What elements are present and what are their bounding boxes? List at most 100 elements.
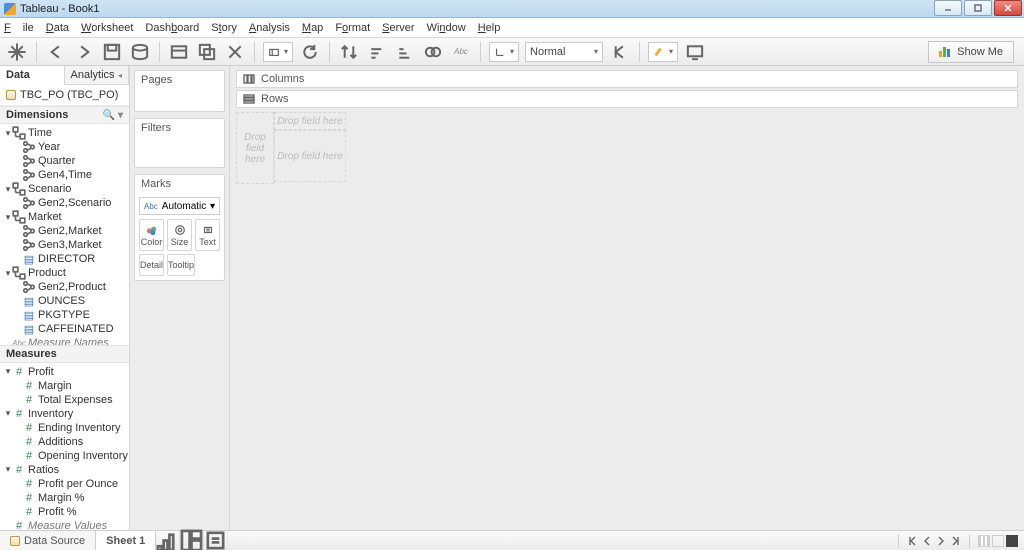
refresh-button[interactable]	[299, 41, 321, 63]
measure-margin-[interactable]: #Margin %	[2, 491, 129, 505]
new-worksheet-button[interactable]	[168, 41, 190, 63]
dimension-product[interactable]: ▾Product	[2, 266, 129, 280]
marks-tooltip-button[interactable]: Tooltip	[167, 254, 195, 276]
datasource-icon	[6, 90, 16, 100]
window-maximize-button[interactable]	[964, 0, 992, 16]
nav-last-icon[interactable]	[949, 535, 961, 547]
back-button[interactable]	[45, 41, 67, 63]
sort-asc-button[interactable]	[366, 41, 388, 63]
columns-icon	[243, 74, 255, 84]
dimension-gen2-product[interactable]: Gen2,Product	[2, 280, 129, 294]
menu-analysis[interactable]: Analysis	[249, 22, 290, 34]
dimension-gen4-time[interactable]: Gen4,Time	[2, 168, 129, 182]
window-minimize-button[interactable]	[934, 0, 962, 16]
swap-button[interactable]	[338, 41, 360, 63]
new-dashboard-button[interactable]	[180, 531, 204, 550]
search-icon[interactable]: 🔍 ▾	[103, 110, 123, 121]
group-button[interactable]	[422, 41, 444, 63]
status-right	[892, 534, 1024, 548]
menu-file[interactable]: File	[4, 22, 34, 34]
measure-additions[interactable]: #Additions	[2, 435, 129, 449]
view-tile-icon[interactable]	[992, 535, 1004, 547]
marks-text-button[interactable]: Text	[195, 219, 220, 251]
duplicate-button[interactable]	[196, 41, 218, 63]
dimension-gen2-market[interactable]: Gen2,Market	[2, 224, 129, 238]
dimension-year[interactable]: Year	[2, 140, 129, 154]
dimension-time[interactable]: ▾Time	[2, 126, 129, 140]
menu-help[interactable]: Help	[478, 22, 501, 34]
drop-zone-main[interactable]: Drop field here	[274, 130, 346, 182]
mark-type-dropdown[interactable]: AbcAutomatic▾	[139, 197, 220, 215]
dimensions-tree: ▾TimeYearQuarterGen4,Time▾ScenarioGen2,S…	[0, 124, 129, 345]
dimension-gen2-scenario[interactable]: Gen2,Scenario	[2, 196, 129, 210]
new-datasource-button[interactable]	[129, 41, 151, 63]
auto-updates-dropdown[interactable]: ▾	[263, 42, 293, 62]
menu-data[interactable]: Data	[46, 22, 69, 34]
show-me-button[interactable]: Show Me	[928, 41, 1014, 63]
dimension-gen3-market[interactable]: Gen3,Market	[2, 238, 129, 252]
dimension-pkgtype[interactable]: ▤PKGTYPE	[2, 308, 129, 322]
measure-margin[interactable]: #Margin	[2, 379, 129, 393]
datasource-tab[interactable]: Data Source	[0, 531, 96, 550]
analytics-tab[interactable]: Analytics◂	[65, 66, 130, 85]
show-me-icon	[939, 47, 951, 57]
measure-ending-inventory[interactable]: #Ending Inventory	[2, 421, 129, 435]
marks-detail-button[interactable]: Detail	[139, 254, 164, 276]
new-story-button[interactable]	[204, 531, 228, 550]
view-canvas: Columns Rows Drop field here Drop field …	[230, 66, 1024, 530]
nav-first-icon[interactable]	[907, 535, 919, 547]
measure-opening-inventory[interactable]: #Opening Inventory	[2, 449, 129, 463]
axis-dropdown[interactable]: ▾	[489, 42, 519, 62]
columns-shelf[interactable]: Columns	[236, 70, 1018, 88]
menu-window[interactable]: Window	[427, 22, 466, 34]
dimension-scenario[interactable]: ▾Scenario	[2, 182, 129, 196]
menu-format[interactable]: Format	[335, 22, 370, 34]
highlight-dropdown[interactable]: ▾	[648, 42, 678, 62]
menu-dashboard[interactable]: Dashboard	[145, 22, 199, 34]
menu-server[interactable]: Server	[382, 22, 414, 34]
rows-icon	[243, 94, 255, 104]
view-grid-icon[interactable]	[978, 535, 990, 547]
clear-button[interactable]	[224, 41, 246, 63]
pages-shelf[interactable]: Pages	[134, 70, 225, 112]
save-button[interactable]	[101, 41, 123, 63]
measure-profit-per-ounce[interactable]: #Profit per Ounce	[2, 477, 129, 491]
presentation-left-button[interactable]	[609, 41, 631, 63]
menu-story[interactable]: Story	[211, 22, 237, 34]
dimension-caffeinated[interactable]: ▤CAFFEINATED	[2, 322, 129, 336]
dimension-measure-names[interactable]: AbcMeasure Names	[2, 336, 129, 345]
filters-shelf[interactable]: Filters	[134, 118, 225, 168]
drop-zone-rows[interactable]: Drop field here	[236, 112, 274, 184]
measure-profit-[interactable]: #Profit %	[2, 505, 129, 519]
menu-worksheet[interactable]: Worksheet	[81, 22, 133, 34]
forward-button[interactable]	[73, 41, 95, 63]
marks-size-button[interactable]: Size	[167, 219, 192, 251]
view-full-icon[interactable]	[1006, 535, 1018, 547]
measure-ratios[interactable]: ▾#Ratios	[2, 463, 129, 477]
dimension-ounces[interactable]: ▤OUNCES	[2, 294, 129, 308]
dimension-market[interactable]: ▾Market	[2, 210, 129, 224]
datasource-item[interactable]: TBC_PO (TBC_PO)	[0, 85, 129, 106]
dimension-quarter[interactable]: Quarter	[2, 154, 129, 168]
data-pane: Data Analytics◂ TBC_PO (TBC_PO) Dimensio…	[0, 66, 130, 530]
measure-measure-values[interactable]: #Measure Values	[2, 519, 129, 530]
nav-prev-icon[interactable]	[921, 535, 933, 547]
measure-profit[interactable]: ▾#Profit	[2, 365, 129, 379]
data-tab[interactable]: Data	[0, 66, 65, 85]
sheet1-tab[interactable]: Sheet 1	[96, 531, 156, 550]
fit-dropdown[interactable]: Normal▾	[525, 42, 603, 62]
sort-desc-button[interactable]	[394, 41, 416, 63]
measure-total-expenses[interactable]: #Total Expenses	[2, 393, 129, 407]
menu-map[interactable]: Map	[302, 22, 323, 34]
presentation-mode-button[interactable]	[684, 41, 706, 63]
marks-color-button[interactable]: Color	[139, 219, 164, 251]
rows-shelf[interactable]: Rows	[236, 90, 1018, 108]
show-labels-button[interactable]: Abc	[450, 41, 472, 63]
tableau-logo-button[interactable]	[6, 41, 28, 63]
nav-next-icon[interactable]	[935, 535, 947, 547]
measure-inventory[interactable]: ▾#Inventory	[2, 407, 129, 421]
dimension-director[interactable]: ▤DIRECTOR	[2, 252, 129, 266]
new-sheet-button[interactable]	[156, 531, 180, 550]
window-close-button[interactable]	[994, 0, 1022, 16]
drop-zone-columns[interactable]: Drop field here	[274, 112, 346, 130]
